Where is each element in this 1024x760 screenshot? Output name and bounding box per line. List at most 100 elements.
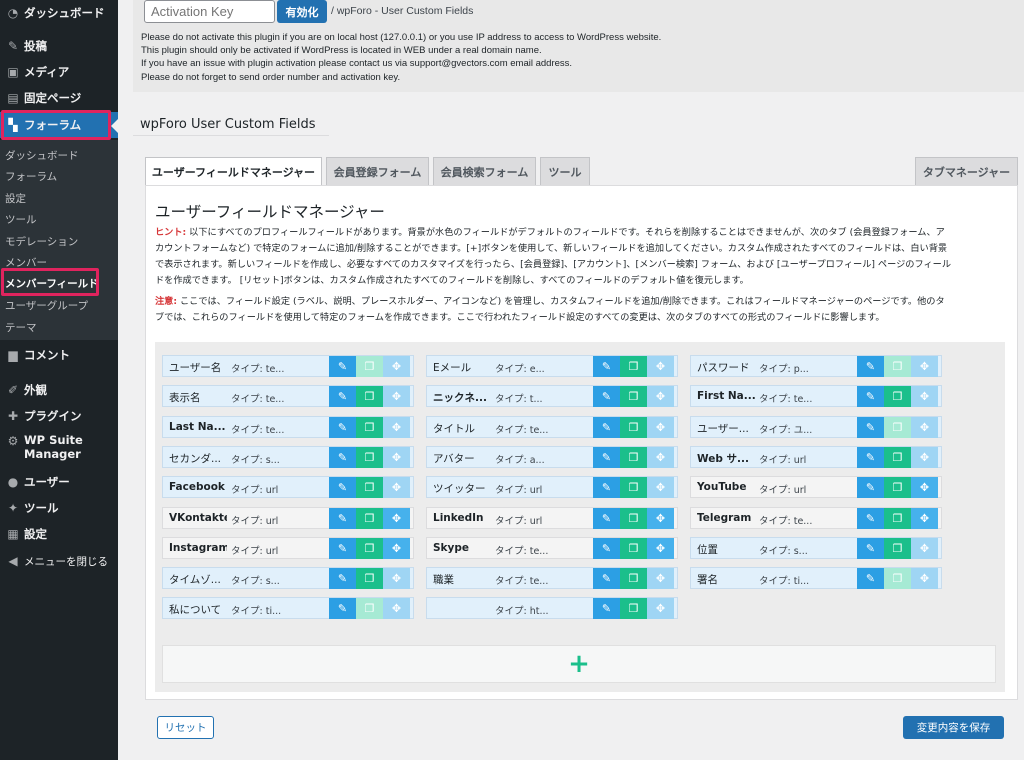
edit-field-button[interactable]: ✎ [593, 598, 620, 619]
move-field-handle[interactable]: ✥ [911, 568, 938, 589]
edit-field-button[interactable]: ✎ [857, 417, 884, 438]
edit-field-button[interactable]: ✎ [593, 508, 620, 529]
edit-field-button[interactable]: ✎ [593, 356, 620, 377]
duplicate-field-button[interactable]: ❐ [884, 356, 911, 377]
field-row[interactable]: セカンダ... タイプ: s... ✎ ❐ ✥ [162, 446, 414, 468]
duplicate-field-button[interactable]: ❐ [356, 477, 383, 498]
move-field-handle[interactable]: ✥ [383, 386, 410, 407]
move-field-handle[interactable]: ✥ [911, 477, 938, 498]
field-row[interactable]: LinkedIn タイプ: url ✎ ❐ ✥ [426, 507, 678, 529]
tab-tab-manager[interactable]: タブマネージャー [915, 157, 1018, 185]
menu-comments[interactable]: ▆ コメント [0, 342, 118, 368]
move-field-handle[interactable]: ✥ [383, 538, 410, 559]
menu-dashboard[interactable]: ◔ ダッシュボード [0, 0, 118, 26]
edit-field-button[interactable]: ✎ [857, 508, 884, 529]
move-field-handle[interactable]: ✥ [647, 447, 674, 468]
duplicate-field-button[interactable]: ❐ [884, 447, 911, 468]
move-field-handle[interactable]: ✥ [647, 356, 674, 377]
move-field-handle[interactable]: ✥ [383, 447, 410, 468]
duplicate-field-button[interactable]: ❐ [620, 477, 647, 498]
move-field-handle[interactable]: ✥ [383, 508, 410, 529]
submenu-usergroups[interactable]: ユーザーグループ [5, 298, 88, 313]
field-row[interactable]: アバター タイプ: a... ✎ ❐ ✥ [426, 446, 678, 468]
edit-field-button[interactable]: ✎ [329, 386, 356, 407]
duplicate-field-button[interactable]: ❐ [620, 447, 647, 468]
edit-field-button[interactable]: ✎ [329, 508, 356, 529]
field-row[interactable]: ツイッター タイプ: url ✎ ❐ ✥ [426, 476, 678, 498]
edit-field-button[interactable]: ✎ [329, 568, 356, 589]
move-field-handle[interactable]: ✥ [647, 598, 674, 619]
edit-field-button[interactable]: ✎ [329, 356, 356, 377]
duplicate-field-button[interactable]: ❐ [620, 538, 647, 559]
move-field-handle[interactable]: ✥ [911, 356, 938, 377]
field-row[interactable]: YouTube タイプ: url ✎ ❐ ✥ [690, 476, 942, 498]
move-field-handle[interactable]: ✥ [647, 477, 674, 498]
edit-field-button[interactable]: ✎ [857, 477, 884, 498]
save-changes-button[interactable]: 変更内容を保存 [903, 716, 1004, 739]
menu-users[interactable]: ● ユーザー [0, 469, 118, 495]
move-field-handle[interactable]: ✥ [647, 386, 674, 407]
duplicate-field-button[interactable]: ❐ [620, 508, 647, 529]
field-row[interactable]: Web サ... タイプ: url ✎ ❐ ✥ [690, 446, 942, 468]
duplicate-field-button[interactable]: ❐ [356, 538, 383, 559]
field-row[interactable]: 職業 タイプ: te... ✎ ❐ ✥ [426, 567, 678, 589]
duplicate-field-button[interactable]: ❐ [620, 356, 647, 377]
duplicate-field-button[interactable]: ❐ [356, 356, 383, 377]
duplicate-field-button[interactable]: ❐ [884, 477, 911, 498]
edit-field-button[interactable]: ✎ [593, 568, 620, 589]
move-field-handle[interactable]: ✥ [911, 508, 938, 529]
menu-media[interactable]: ▣ メディア [0, 59, 118, 85]
menu-pages[interactable]: ▤ 固定ページ [0, 85, 118, 111]
duplicate-field-button[interactable]: ❐ [620, 386, 647, 407]
move-field-handle[interactable]: ✥ [383, 568, 410, 589]
duplicate-field-button[interactable]: ❐ [356, 386, 383, 407]
duplicate-field-button[interactable]: ❐ [884, 417, 911, 438]
duplicate-field-button[interactable]: ❐ [884, 386, 911, 407]
move-field-handle[interactable]: ✥ [647, 508, 674, 529]
field-row[interactable]: Facebook タイプ: url ✎ ❐ ✥ [162, 476, 414, 498]
move-field-handle[interactable]: ✥ [647, 568, 674, 589]
field-row[interactable]: パスワード タイプ: p... ✎ ❐ ✥ [690, 355, 942, 377]
tab-field-manager[interactable]: ユーザーフィールドマネージャー [145, 157, 322, 186]
duplicate-field-button[interactable]: ❐ [620, 568, 647, 589]
duplicate-field-button[interactable]: ❐ [356, 447, 383, 468]
menu-collapse[interactable]: ◀ メニューを閉じる [0, 548, 118, 574]
field-row[interactable]: タイムゾ... タイプ: s... ✎ ❐ ✥ [162, 567, 414, 589]
duplicate-field-button[interactable]: ❐ [356, 417, 383, 438]
move-field-handle[interactable]: ✥ [383, 417, 410, 438]
menu-plugins[interactable]: ✚ プラグイン [0, 403, 118, 429]
tab-tools[interactable]: ツール [540, 157, 590, 185]
submenu-forums[interactable]: フォーラム [5, 169, 57, 184]
duplicate-field-button[interactable]: ❐ [356, 508, 383, 529]
add-field-button[interactable]: + [162, 645, 996, 683]
move-field-handle[interactable]: ✥ [383, 477, 410, 498]
edit-field-button[interactable]: ✎ [329, 447, 356, 468]
field-row[interactable]: 署名 タイプ: ti... ✎ ❐ ✥ [690, 567, 942, 589]
duplicate-field-button[interactable]: ❐ [356, 568, 383, 589]
edit-field-button[interactable]: ✎ [593, 538, 620, 559]
field-row[interactable]: 表示名 タイプ: te... ✎ ❐ ✥ [162, 385, 414, 407]
menu-appearance[interactable]: ✐ 外観 [0, 377, 118, 403]
field-row[interactable]: タイプ: ht... ✎ ❐ ✥ [426, 597, 678, 619]
field-row[interactable]: Skype タイプ: te... ✎ ❐ ✥ [426, 537, 678, 559]
move-field-handle[interactable]: ✥ [647, 417, 674, 438]
submenu-dashboard[interactable]: ダッシュボード [5, 148, 79, 163]
move-field-handle[interactable]: ✥ [383, 598, 410, 619]
field-row[interactable]: Eメール タイプ: e... ✎ ❐ ✥ [426, 355, 678, 377]
edit-field-button[interactable]: ✎ [593, 386, 620, 407]
move-field-handle[interactable]: ✥ [383, 356, 410, 377]
submenu-settings[interactable]: 設定 [5, 191, 26, 206]
menu-tools[interactable]: ✦ ツール [0, 495, 118, 521]
move-field-handle[interactable]: ✥ [911, 538, 938, 559]
duplicate-field-button[interactable]: ❐ [884, 538, 911, 559]
field-row[interactable]: ユーザー... タイプ: ユ... ✎ ❐ ✥ [690, 416, 942, 438]
field-row[interactable]: Last Na... タイプ: te... ✎ ❐ ✥ [162, 416, 414, 438]
duplicate-field-button[interactable]: ❐ [356, 598, 383, 619]
move-field-handle[interactable]: ✥ [911, 447, 938, 468]
menu-settings[interactable]: ▦ 設定 [0, 521, 118, 547]
menu-wp-suite-manager[interactable]: ⚙ WP Suite Manager [0, 433, 118, 469]
field-row[interactable]: Instagram タイプ: url ✎ ❐ ✥ [162, 537, 414, 559]
duplicate-field-button[interactable]: ❐ [884, 508, 911, 529]
edit-field-button[interactable]: ✎ [593, 447, 620, 468]
field-row[interactable]: 位置 タイプ: s... ✎ ❐ ✥ [690, 537, 942, 559]
